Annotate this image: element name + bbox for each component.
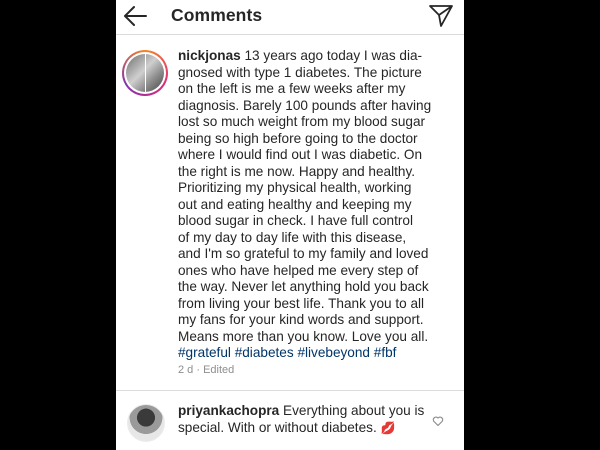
comments-header: Comments <box>116 0 464 33</box>
caption-line: being so high before going to the doctor <box>178 130 418 146</box>
caption-line: of my day to day life with this disease, <box>178 229 407 245</box>
caption-line: 13 years ago today I was dia- <box>244 48 423 63</box>
direct-send-icon <box>429 5 453 27</box>
meta-separator: · <box>196 364 201 376</box>
caption-line: and I'm so grateful to my family and lov… <box>178 246 429 261</box>
caption-timestamp: 2 d <box>178 364 194 376</box>
comment-item: priyankachopra Everything about you is s… <box>116 400 464 450</box>
comment-body-line: Everything about you is <box>283 403 425 418</box>
back-arrow-icon <box>124 6 147 26</box>
caption-line: gnosed with type 1 diabetes. The picture <box>178 64 422 80</box>
caption-line: the right is me now. Happy and healthy. <box>178 163 416 179</box>
caption-line: from living your best life. Thank you to… <box>178 295 425 311</box>
caption-line: on the left is me a few weeks after my <box>178 81 406 96</box>
comments-screen: Comments nickjonas 13 years ago today I … <box>116 0 464 450</box>
comment-avatar[interactable] <box>127 404 165 442</box>
hashtag-line: #grateful #diabetes #livebeyond #fbf <box>178 345 460 362</box>
hashtag-link[interactable]: #livebeyond <box>297 345 370 360</box>
hashtag-link[interactable]: #grateful <box>178 345 231 360</box>
hashtag-link[interactable]: #diabetes <box>235 345 294 360</box>
caption-line: where I would find out I was diabetic. O… <box>178 147 423 162</box>
avatar-photo <box>126 54 164 92</box>
like-comment-button[interactable] <box>432 414 444 427</box>
caption-meta: 2 d · Edited <box>178 364 234 376</box>
hashtag-link[interactable]: #fbf <box>374 345 397 360</box>
caption-line: lost so much weight from my blood sugar <box>178 114 426 129</box>
back-button[interactable] <box>122 4 148 28</box>
page-title: Comments <box>171 5 263 25</box>
caption-line: diagnosis. Barely 100 pounds after havin… <box>178 97 432 113</box>
header-divider <box>116 34 464 35</box>
caption-line: Means more than you know. Love you all. <box>178 328 429 344</box>
heart-outline-icon <box>432 416 444 427</box>
caption-line: ones who have helped me every step of <box>178 262 419 278</box>
edited-label: Edited <box>203 364 235 376</box>
caption-avatar[interactable] <box>122 50 168 96</box>
caption-username[interactable]: nickjonas <box>178 48 241 63</box>
comment-body-line: special. With or without diabetes. <box>178 420 377 435</box>
caption-line: Prioritizing my physical health, working <box>178 180 412 195</box>
share-button[interactable] <box>428 3 454 29</box>
caption-line: blood sugar in check. I have full contro… <box>178 213 414 228</box>
caption-text: nickjonas 13 years ago today I was dia- … <box>178 48 460 362</box>
caption-line: my fans for your kind words and support. <box>178 312 424 327</box>
comment-text: priyankachopra Everything about you is s… <box>178 402 438 437</box>
caption-divider <box>116 390 464 391</box>
caption-line: out and eating healthy and keeping my <box>178 196 412 212</box>
kiss-emoji: 💋 <box>380 421 396 435</box>
comment-username[interactable]: priyankachopra <box>178 403 279 418</box>
caption-line: the way. Never let anything hold you bac… <box>178 279 429 294</box>
